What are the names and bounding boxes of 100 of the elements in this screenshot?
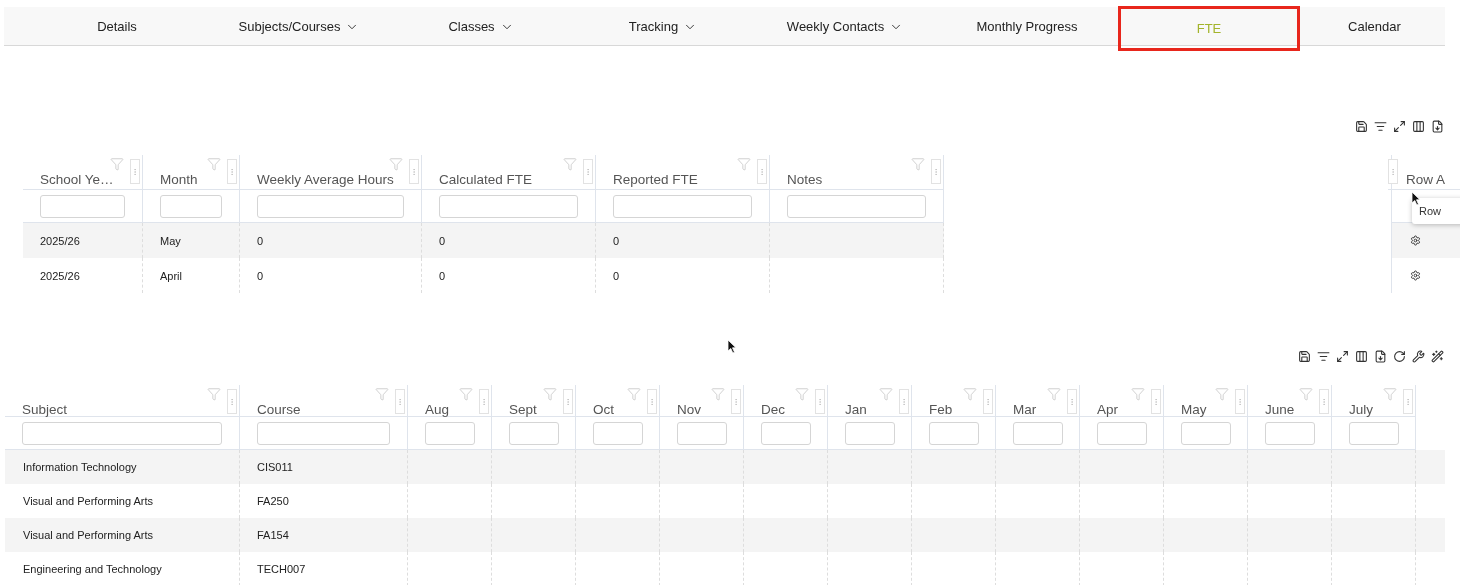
- filter-icon[interactable]: [627, 387, 641, 402]
- filter-icon[interactable]: [963, 387, 977, 402]
- column-menu-button[interactable]: [731, 389, 741, 414]
- nav-tab[interactable]: Monthly Progress: [936, 7, 1118, 46]
- save-icon[interactable]: [1298, 349, 1311, 363]
- table-cell: Visual and Performing Arts: [23, 495, 154, 507]
- export-icon[interactable]: [1431, 119, 1444, 133]
- filter-icon[interactable]: [911, 157, 925, 172]
- filter-icon[interactable]: [207, 387, 221, 402]
- column-menu-button[interactable]: [1235, 389, 1245, 414]
- column-header: Row A: [1406, 172, 1446, 189]
- nav-tab[interactable]: Weekly Contacts: [754, 7, 936, 46]
- column-menu-button[interactable]: [227, 159, 237, 184]
- more-vertical-icon: [584, 166, 592, 177]
- settings-icon[interactable]: [1410, 235, 1421, 246]
- filter-icon[interactable]: [459, 387, 473, 402]
- filter-field[interactable]: [1349, 421, 1399, 445]
- column-menu-button[interactable]: [983, 389, 993, 414]
- column-menu-button[interactable]: [1067, 389, 1077, 414]
- more-vertical-icon: [228, 396, 236, 407]
- table-cell: CIS011: [257, 461, 293, 473]
- column-header: Sept: [509, 402, 538, 419]
- column-menu-button[interactable]: [1403, 389, 1413, 414]
- filter-icon[interactable]: [879, 387, 893, 402]
- filter-field[interactable]: [613, 194, 752, 218]
- more-vertical-icon: [732, 396, 740, 407]
- filter-icon[interactable]: [389, 157, 403, 172]
- columns-icon[interactable]: [1355, 349, 1368, 363]
- filter-icon[interactable]: [795, 387, 809, 402]
- column-menu-button[interactable]: [395, 389, 405, 414]
- column-menu-button[interactable]: [1151, 389, 1161, 414]
- filter-icon[interactable]: [543, 387, 557, 402]
- filter-field[interactable]: [1265, 421, 1315, 445]
- filter-field[interactable]: [22, 421, 222, 445]
- filter-field[interactable]: [257, 421, 390, 445]
- column-menu-button[interactable]: [1319, 389, 1329, 414]
- nav-tab[interactable]: Subjects/Courses: [208, 7, 390, 46]
- more-vertical-icon: [900, 396, 908, 407]
- expand-icon[interactable]: [1393, 119, 1406, 133]
- column-menu-button[interactable]: [479, 389, 489, 414]
- filter-field[interactable]: [593, 421, 643, 445]
- column-header: July: [1349, 402, 1374, 419]
- filter-field[interactable]: [845, 421, 895, 445]
- filter-field[interactable]: [257, 194, 404, 218]
- filter-field[interactable]: [1181, 421, 1231, 445]
- column-menu-button[interactable]: [815, 389, 825, 414]
- more-vertical-icon: [1152, 396, 1160, 407]
- nav-tab[interactable]: Calendar: [1300, 7, 1449, 46]
- refresh-icon[interactable]: [1393, 349, 1406, 363]
- settings-icon[interactable]: [1410, 270, 1421, 281]
- filter-field[interactable]: [787, 194, 926, 218]
- table-cell: May: [160, 234, 181, 247]
- wrench-icon[interactable]: [1412, 349, 1425, 363]
- column-header: Calculated FTE: [439, 172, 534, 189]
- filter-field[interactable]: [425, 421, 475, 445]
- filter-field[interactable]: [1013, 421, 1063, 445]
- filter-icon[interactable]: [1047, 387, 1061, 402]
- column-menu-button[interactable]: [899, 389, 909, 414]
- magic-wand-icon[interactable]: [1431, 349, 1444, 363]
- cursor-icon: [727, 339, 737, 354]
- filter-icon[interactable]: [737, 157, 751, 172]
- filter-icon[interactable]: [375, 387, 389, 402]
- nav-tab[interactable]: Tracking: [572, 7, 754, 46]
- filter-field[interactable]: [1097, 421, 1147, 445]
- filter-field[interactable]: [439, 194, 578, 218]
- filter-icon[interactable]: [1215, 387, 1229, 402]
- column-menu-button[interactable]: [647, 389, 657, 414]
- filter-icon[interactable]: [1299, 387, 1313, 402]
- filter-list-icon[interactable]: [1374, 119, 1387, 133]
- filter-icon[interactable]: [563, 157, 577, 172]
- columns-icon[interactable]: [1412, 119, 1425, 133]
- expand-icon[interactable]: [1336, 349, 1349, 363]
- filter-field[interactable]: [509, 421, 559, 445]
- nav-tab[interactable]: Classes: [390, 7, 572, 46]
- filter-icon[interactable]: [1383, 387, 1397, 402]
- nav-tab[interactable]: Details: [26, 7, 208, 46]
- more-vertical-icon: [1068, 396, 1076, 407]
- filter-field[interactable]: [761, 421, 811, 445]
- column-menu-button[interactable]: [757, 159, 767, 184]
- export-icon[interactable]: [1374, 349, 1387, 363]
- filter-field[interactable]: [160, 194, 222, 218]
- filter-icon[interactable]: [207, 157, 221, 172]
- column-menu-button[interactable]: [563, 389, 573, 414]
- column-menu-button[interactable]: [227, 389, 237, 414]
- more-vertical-icon: [648, 396, 656, 407]
- filter-list-icon[interactable]: [1317, 349, 1330, 363]
- column-header: Mar: [1013, 402, 1038, 419]
- column-menu-button[interactable]: [409, 159, 419, 184]
- filter-icon[interactable]: [110, 157, 124, 172]
- column-menu-button[interactable]: [583, 159, 593, 184]
- save-icon[interactable]: [1355, 119, 1368, 133]
- column-menu-button[interactable]: [1388, 159, 1398, 184]
- column-menu-button[interactable]: [130, 159, 140, 184]
- filter-field[interactable]: [929, 421, 979, 445]
- filter-icon[interactable]: [711, 387, 725, 402]
- column-header: School Ye…: [40, 172, 115, 189]
- column-menu-button[interactable]: [931, 159, 941, 184]
- filter-icon[interactable]: [1131, 387, 1145, 402]
- filter-field[interactable]: [40, 194, 125, 218]
- filter-field[interactable]: [677, 421, 727, 445]
